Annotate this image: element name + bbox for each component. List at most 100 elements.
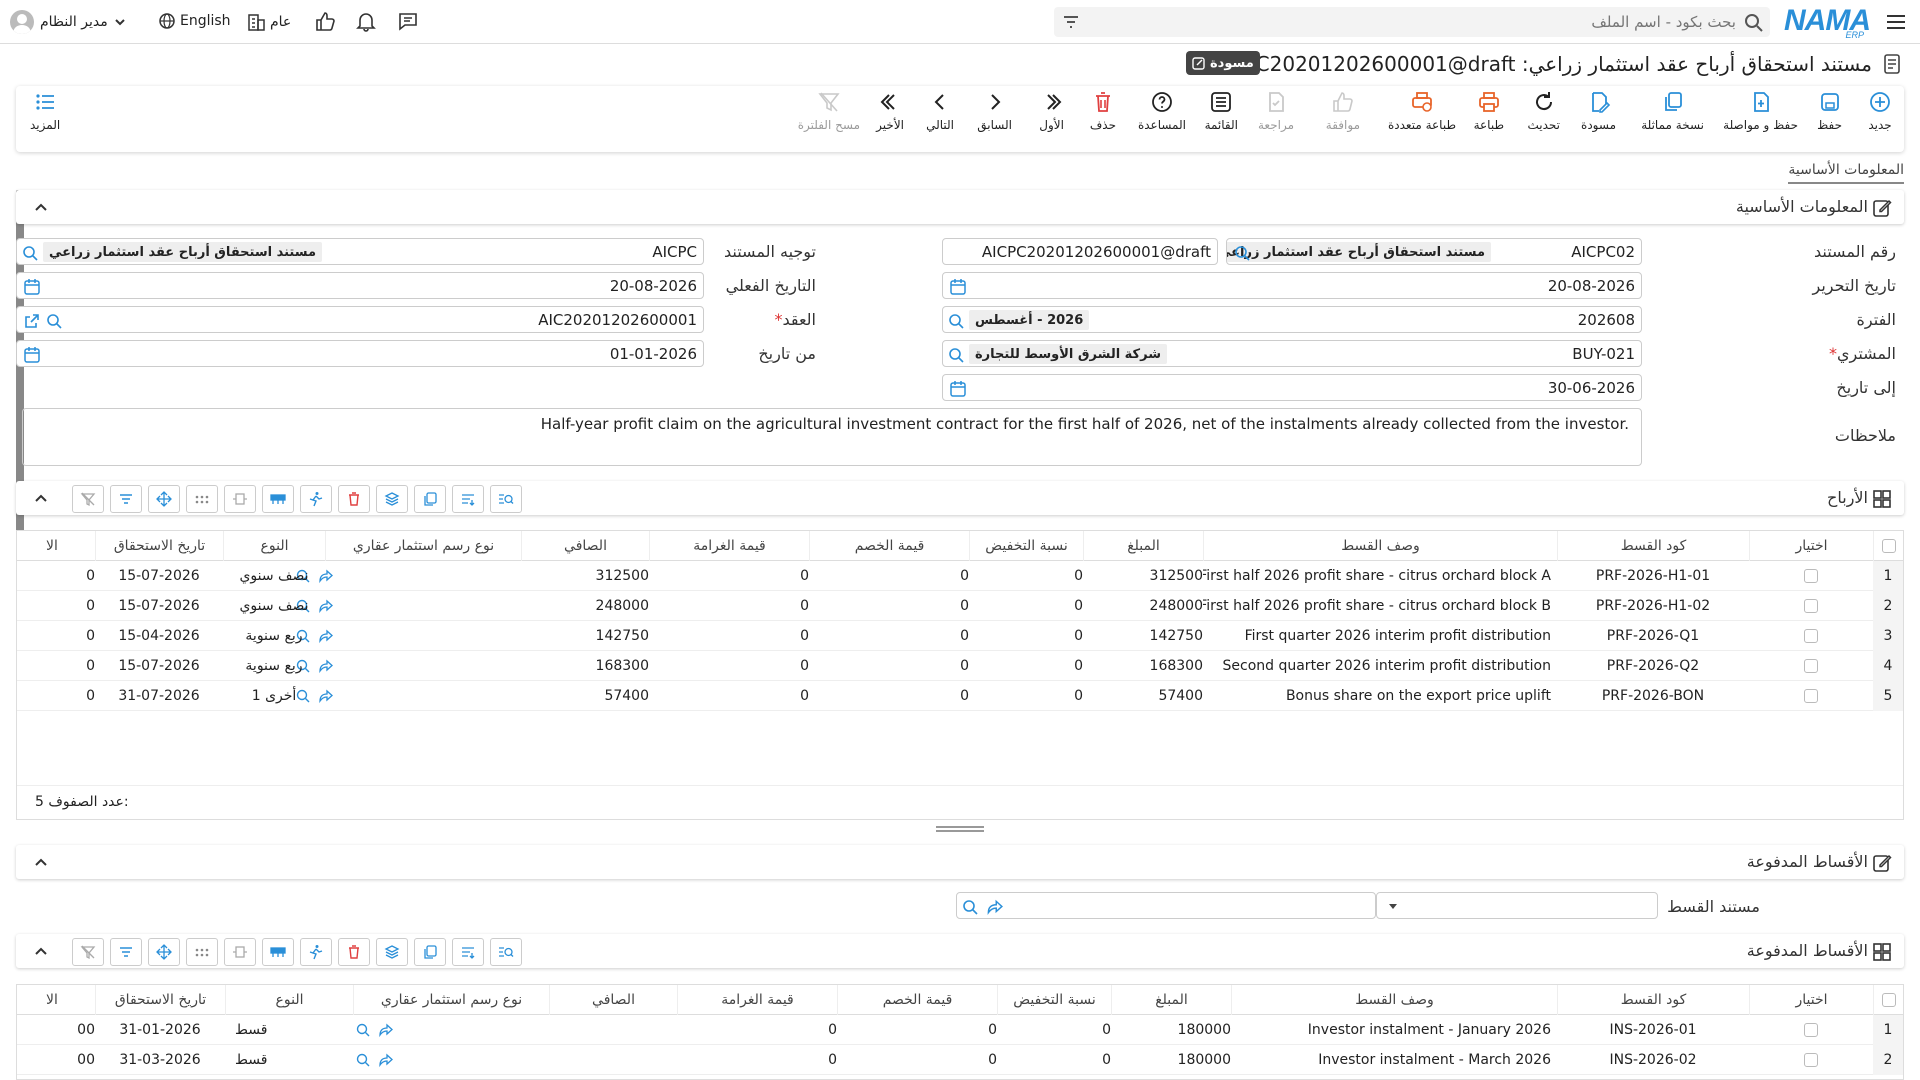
col-net[interactable]: الصافي <box>521 531 649 561</box>
list-button[interactable]: القائمة <box>1205 90 1238 132</box>
from-date-field[interactable]: 01-01-2026 <box>16 340 704 367</box>
calendar-icon[interactable] <box>949 278 967 296</box>
col-due-date[interactable]: تاريخ الاستحقاق <box>95 985 225 1015</box>
chat-icon[interactable] <box>397 10 419 32</box>
col-extra[interactable]: الا <box>17 531 95 561</box>
contract-field[interactable]: AIC20201202600001 <box>16 306 704 333</box>
checkbox[interactable] <box>1804 599 1818 613</box>
col-penalty[interactable]: قيمة الغرامة <box>649 531 809 561</box>
col-select[interactable]: اختيار <box>1749 985 1873 1015</box>
col-discount-val[interactable]: قيمة الخصم <box>837 985 997 1015</box>
checkbox[interactable] <box>1804 689 1818 703</box>
notes-textarea[interactable]: Half-year profit claim on the agricultur… <box>22 408 1642 466</box>
resize-handle[interactable] <box>936 826 984 832</box>
save-continue-button[interactable]: حفظ و مواصلة <box>1723 90 1798 132</box>
calendar-icon[interactable] <box>949 380 967 398</box>
col-due-date[interactable]: تاريخ الاستحقاق <box>95 531 223 561</box>
table-row[interactable]: 3 PRF-2026-Q1 First quarter 2026 interim… <box>17 621 1903 651</box>
review-button[interactable]: مراجعة <box>1258 90 1294 132</box>
col-extra[interactable]: الا <box>17 985 95 1015</box>
share-icon[interactable] <box>985 898 1003 916</box>
dots-grid-icon[interactable] <box>186 485 218 513</box>
delete-button[interactable]: حذف <box>1090 90 1116 132</box>
layers-icon[interactable] <box>376 938 408 966</box>
lookup-icon[interactable] <box>355 1022 371 1038</box>
row-select[interactable] <box>1749 1045 1873 1075</box>
col-penalty[interactable]: قيمة الغرامة <box>677 985 837 1015</box>
col-type[interactable]: النوع <box>225 985 353 1015</box>
brand-logo[interactable]: NAMA ERP <box>1784 4 1871 40</box>
table-row[interactable]: 1 PRF-2026-H1-01 First half 2026 profit … <box>17 561 1903 591</box>
checkbox[interactable] <box>1804 629 1818 643</box>
print-button[interactable]: طباعة <box>1474 90 1504 132</box>
first-button[interactable]: الأول <box>1039 90 1064 132</box>
table-row[interactable]: 1 INS-2026-01 Investor instalment - Janu… <box>17 1015 1903 1045</box>
checkbox[interactable] <box>1804 1053 1818 1067</box>
refresh-button[interactable]: تحديث <box>1527 90 1560 132</box>
sort-list-icon[interactable] <box>452 938 484 966</box>
more-button[interactable]: المزيد <box>30 90 60 132</box>
col-amount[interactable]: المبلغ <box>1111 985 1231 1015</box>
to-date-field[interactable]: 30-06-2026 <box>942 374 1642 401</box>
doc-number-value-field[interactable]: AICPC20201202600001@draft <box>942 238 1218 265</box>
row-select[interactable] <box>1749 681 1873 711</box>
clear-filter-icon[interactable] <box>72 485 104 513</box>
doc-direction-field[interactable]: AICPC مستند استحقاق أرباح عقد استثمار زر… <box>16 238 704 265</box>
filter-icon[interactable] <box>1062 13 1080 31</box>
new-button[interactable]: جديد <box>1868 90 1892 132</box>
row-select[interactable] <box>1749 591 1873 621</box>
run-icon[interactable] <box>300 938 332 966</box>
doc-number-field[interactable]: AICPC02 مستند استحقاق أرباح عقد استثمار … <box>1226 238 1642 265</box>
col-code[interactable]: كود القسط <box>1557 985 1749 1015</box>
lookup-icon[interactable] <box>21 244 39 262</box>
table-row[interactable]: 4 PRF-2026-Q2 Second quarter 2026 interi… <box>17 651 1903 681</box>
section-paid-installments-grid[interactable]: الأقساط المدفوعة <box>16 934 1904 968</box>
lookup-icon[interactable] <box>1233 244 1251 262</box>
tab-basic-info[interactable]: المعلومات الأساسية <box>1788 162 1904 184</box>
duplicate-button[interactable]: نسخة مماثلة <box>1641 90 1704 132</box>
col-type[interactable]: النوع <box>223 531 325 561</box>
approve-button[interactable]: موافقة <box>1326 90 1360 132</box>
row-select[interactable] <box>1749 621 1873 651</box>
section-paid-installments[interactable]: الأقساط المدفوعة <box>16 845 1904 879</box>
clear-filter-button[interactable]: مسح الفلترة <box>798 90 860 132</box>
share-icon[interactable] <box>377 1022 393 1038</box>
lookup-icon[interactable] <box>45 312 63 330</box>
next-button[interactable]: التالي <box>926 90 954 132</box>
copy-icon[interactable] <box>414 938 446 966</box>
layers-icon[interactable] <box>376 485 408 513</box>
col-code[interactable]: كود القسط <box>1557 531 1749 561</box>
checkbox[interactable] <box>1881 539 1896 553</box>
col-desc[interactable]: وصف القسط <box>1203 531 1557 561</box>
checkbox[interactable] <box>1804 569 1818 583</box>
header-select-all[interactable] <box>1873 985 1903 1015</box>
search-input[interactable] <box>1116 7 1736 37</box>
table-layout-icon[interactable] <box>262 938 294 966</box>
calendar-icon[interactable] <box>23 346 41 364</box>
move-icon[interactable] <box>148 485 180 513</box>
external-link-icon[interactable] <box>23 312 41 330</box>
fit-columns-icon[interactable] <box>224 938 256 966</box>
save-button[interactable]: حفظ <box>1817 90 1842 132</box>
cell-fee-type[interactable] <box>355 1045 551 1075</box>
col-net[interactable]: الصافي <box>549 985 677 1015</box>
lookup-icon[interactable] <box>947 346 965 364</box>
scope-switch[interactable]: عام <box>246 12 291 32</box>
move-icon[interactable] <box>148 938 180 966</box>
clear-filter-icon[interactable] <box>72 938 104 966</box>
buyer-field[interactable]: BUY-021 شركة الشرق الأوسط للتجارة <box>942 340 1642 367</box>
trash-icon[interactable] <box>338 485 370 513</box>
row-select[interactable] <box>1749 1015 1873 1045</box>
help-button[interactable]: المساعدة <box>1138 90 1186 132</box>
lookup-icon[interactable] <box>947 312 965 330</box>
row-select[interactable] <box>1749 651 1873 681</box>
header-select-all[interactable] <box>1873 531 1903 561</box>
cell-fee-type[interactable] <box>355 1015 551 1045</box>
chevron-up-icon[interactable] <box>34 200 48 214</box>
last-button[interactable]: الأخير <box>876 90 904 132</box>
checkbox[interactable] <box>1804 659 1818 673</box>
multi-print-button[interactable]: طباعة متعددة <box>1388 90 1456 132</box>
hamburger-menu-icon[interactable] <box>1882 8 1910 36</box>
installment-doc-select[interactable] <box>1376 892 1658 919</box>
section-basic-info[interactable]: المعلومات الأساسية <box>16 190 1904 224</box>
